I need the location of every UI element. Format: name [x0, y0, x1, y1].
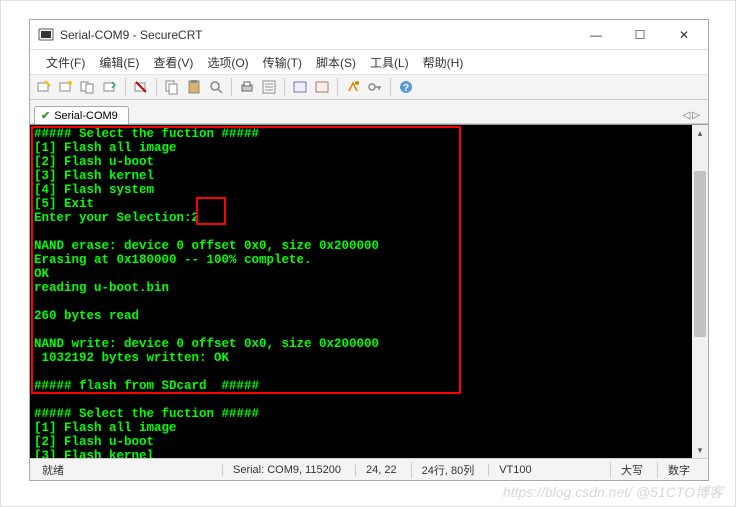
toolbar-reconnect-icon[interactable]	[100, 77, 120, 97]
connected-check-icon: ✔	[41, 109, 50, 122]
menu-transfer[interactable]: 传输(T)	[263, 54, 302, 71]
status-emulation: VT100	[488, 464, 541, 476]
minimize-button[interactable]: —	[574, 21, 618, 49]
titlebar: Serial-COM9 - SecureCRT — ☐ ✕	[30, 20, 708, 50]
toolbar-separator	[125, 78, 126, 96]
status-bar: 就绪 Serial: COM9, 115200 24, 22 24行, 80列 …	[30, 458, 708, 480]
tab-label: Serial-COM9	[54, 110, 118, 122]
terminal-content: ##### Select the fuction ##### [1] Flash…	[30, 125, 708, 458]
toolbar-script-icon[interactable]	[343, 77, 363, 97]
menu-tools[interactable]: 工具(L)	[370, 54, 409, 71]
toolbar: ?	[30, 74, 708, 100]
scroll-track[interactable]	[692, 141, 708, 442]
toolbar-options2-icon[interactable]	[312, 77, 332, 97]
toolbar-paste-icon[interactable]	[184, 77, 204, 97]
app-window: Serial-COM9 - SecureCRT — ☐ ✕ 文件(F) 编辑(E…	[29, 19, 709, 481]
tab-bar: ✔ Serial-COM9 ◁ ▷	[30, 100, 708, 124]
watermark-text: https://blog.csdn.net/ @51CTO博客	[503, 482, 723, 502]
toolbar-copy-icon[interactable]	[162, 77, 182, 97]
status-caps: 大写	[610, 462, 653, 478]
toolbar-print-icon[interactable]	[237, 77, 257, 97]
close-button[interactable]: ✕	[662, 21, 706, 49]
toolbar-separator	[337, 78, 338, 96]
status-rowcol: 24行, 80列	[411, 462, 485, 478]
toolbar-options1-icon[interactable]	[290, 77, 310, 97]
status-num: 数字	[657, 462, 700, 478]
toolbar-help-icon[interactable]: ?	[396, 77, 416, 97]
menu-options[interactable]: 选项(O)	[207, 54, 248, 71]
toolbar-separator	[390, 78, 391, 96]
status-ready: 就绪	[38, 462, 218, 478]
maximize-button[interactable]: ☐	[618, 21, 662, 49]
toolbar-session-icon[interactable]	[78, 77, 98, 97]
toolbar-key-icon[interactable]	[365, 77, 385, 97]
status-cursor: 24, 22	[355, 464, 407, 476]
menubar: 文件(F) 编辑(E) 查看(V) 选项(O) 传输(T) 脚本(S) 工具(L…	[30, 50, 708, 74]
tab-nav: ◁ ▷	[683, 110, 704, 123]
toolbar-find-icon[interactable]	[206, 77, 226, 97]
toolbar-disconnect-icon[interactable]	[131, 77, 151, 97]
toolbar-separator	[156, 78, 157, 96]
tab-scroll-left-icon[interactable]: ◁	[683, 110, 691, 121]
toolbar-connect-icon[interactable]	[56, 77, 76, 97]
toolbar-separator	[284, 78, 285, 96]
toolbar-properties-icon[interactable]	[259, 77, 279, 97]
app-icon	[38, 27, 54, 43]
window-title: Serial-COM9 - SecureCRT	[60, 28, 574, 42]
menu-edit[interactable]: 编辑(E)	[99, 54, 139, 71]
scroll-up-icon[interactable]: ▴	[692, 125, 708, 141]
status-serial: Serial: COM9, 115200	[222, 464, 351, 476]
menu-view[interactable]: 查看(V)	[153, 54, 193, 71]
tab-session[interactable]: ✔ Serial-COM9	[34, 106, 129, 124]
menu-help[interactable]: 帮助(H)	[423, 54, 464, 71]
scroll-down-icon[interactable]: ▾	[692, 442, 708, 458]
menu-script[interactable]: 脚本(S)	[316, 54, 356, 71]
vertical-scrollbar[interactable]: ▴ ▾	[692, 125, 708, 458]
terminal[interactable]: ##### Select the fuction ##### [1] Flash…	[30, 124, 708, 458]
window-controls: — ☐ ✕	[574, 21, 706, 49]
tab-scroll-right-icon[interactable]: ▷	[692, 110, 700, 121]
toolbar-quick-connect-icon[interactable]	[34, 77, 54, 97]
menu-file[interactable]: 文件(F)	[46, 54, 85, 71]
svg-text:?: ?	[403, 83, 409, 94]
toolbar-separator	[231, 78, 232, 96]
scroll-thumb[interactable]	[694, 171, 706, 337]
